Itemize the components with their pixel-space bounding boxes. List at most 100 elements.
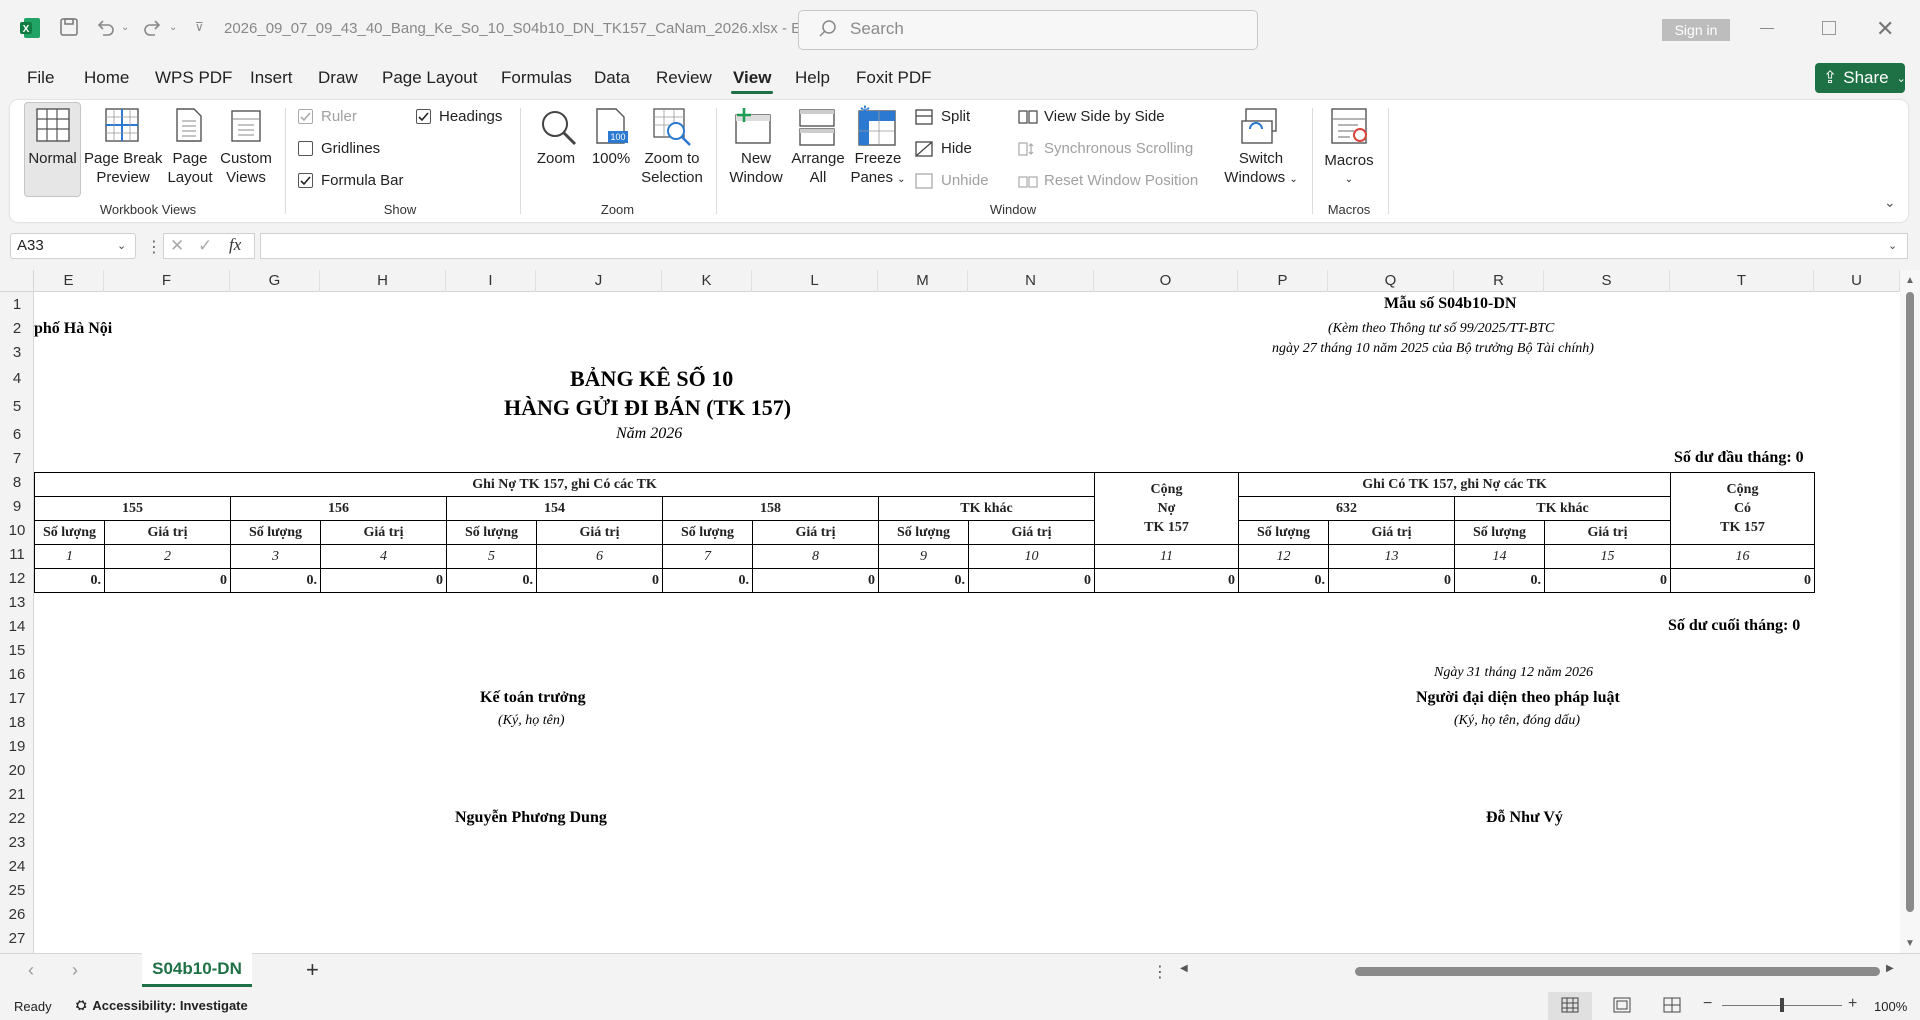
index-cell[interactable]: 11: [1094, 544, 1239, 569]
col-header[interactable]: N: [968, 270, 1094, 292]
formula-input[interactable]: [260, 233, 1908, 259]
value-header[interactable]: Giá trị: [752, 520, 879, 545]
qty-header[interactable]: Số lượng: [446, 520, 537, 545]
col-header[interactable]: F: [104, 270, 230, 292]
name-box-dropdown-icon[interactable]: ⌄: [117, 239, 126, 252]
col-header[interactable]: G: [230, 270, 320, 292]
data-cell[interactable]: 0.: [878, 568, 969, 593]
save-icon[interactable]: [58, 16, 80, 38]
row-header[interactable]: 6: [0, 426, 34, 443]
switch-windows-button[interactable]: Switch Windows ⌄: [1220, 149, 1302, 189]
row-header[interactable]: 9: [0, 498, 34, 515]
zoom-level[interactable]: 100%: [1874, 999, 1907, 1014]
value-header[interactable]: Giá trị: [104, 520, 231, 545]
col-header[interactable]: Q: [1328, 270, 1454, 292]
data-cell[interactable]: 0: [1544, 568, 1671, 593]
index-cell[interactable]: 14: [1454, 544, 1545, 569]
insert-function-icon[interactable]: fx: [229, 235, 241, 255]
account-155[interactable]: 155: [34, 496, 231, 521]
gridlines-checkbox[interactable]: Gridlines: [298, 140, 380, 157]
page-layout-status-icon[interactable]: [1613, 997, 1631, 1013]
index-cell[interactable]: 6: [536, 544, 663, 569]
row-header[interactable]: 21: [0, 786, 34, 803]
account-156[interactable]: 156: [230, 496, 447, 521]
index-cell[interactable]: 12: [1238, 544, 1329, 569]
split-button[interactable]: Split: [915, 108, 970, 125]
next-sheet-icon[interactable]: ›: [72, 960, 78, 981]
row-header[interactable]: 8: [0, 474, 34, 491]
scroll-left-icon[interactable]: ◀: [1180, 963, 1188, 974]
index-cell[interactable]: 10: [968, 544, 1095, 569]
restore-icon[interactable]: [1822, 21, 1836, 35]
view-side-by-side-button[interactable]: View Side by Side: [1018, 108, 1165, 125]
index-cell[interactable]: 1: [34, 544, 105, 569]
row-header[interactable]: 18: [0, 714, 34, 731]
account-632[interactable]: 632: [1238, 496, 1455, 521]
account-154[interactable]: 154: [446, 496, 663, 521]
add-sheet-button[interactable]: +: [306, 957, 319, 983]
qty-header[interactable]: Số lượng: [1238, 520, 1329, 545]
credit-header[interactable]: Ghi Có TK 157, ghi Nợ các TK: [1238, 472, 1671, 497]
index-cell[interactable]: 15: [1544, 544, 1671, 569]
row-header[interactable]: 4: [0, 370, 34, 387]
qty-header[interactable]: Số lượng: [34, 520, 105, 545]
value-header[interactable]: Giá trị: [968, 520, 1095, 545]
account-other-debit[interactable]: TK khác: [878, 496, 1095, 521]
col-header[interactable]: S: [1544, 270, 1670, 292]
account-158[interactable]: 158: [662, 496, 879, 521]
data-cell[interactable]: 0.: [230, 568, 321, 593]
value-header[interactable]: Giá trị: [1328, 520, 1455, 545]
index-cell[interactable]: 7: [662, 544, 753, 569]
zoom-button[interactable]: Zoom: [530, 149, 582, 168]
data-cell[interactable]: 0.: [1238, 568, 1329, 593]
menu-formulas[interactable]: Formulas: [501, 68, 572, 88]
value-header[interactable]: Giá trị: [536, 520, 663, 545]
col-header[interactable]: O: [1094, 270, 1238, 292]
custom-views-button[interactable]: Custom Views: [216, 149, 276, 187]
col-header[interactable]: R: [1454, 270, 1544, 292]
data-cell[interactable]: 0: [104, 568, 231, 593]
data-cell[interactable]: 0: [968, 568, 1095, 593]
qty-header[interactable]: Số lượng: [662, 520, 753, 545]
col-header[interactable]: I: [446, 270, 536, 292]
share-button[interactable]: ⇪ Share ⌄: [1815, 63, 1906, 93]
formula-bar-checkbox[interactable]: Formula Bar: [298, 172, 404, 189]
menu-review[interactable]: Review: [656, 68, 712, 88]
menu-foxit-pdf[interactable]: Foxit PDF: [856, 68, 932, 88]
col-header[interactable]: L: [752, 270, 878, 292]
index-cell[interactable]: 16: [1670, 544, 1815, 569]
data-cell[interactable]: 0: [1328, 568, 1455, 593]
row-header[interactable]: 26: [0, 906, 34, 923]
row-header[interactable]: 3: [0, 344, 34, 361]
worksheet[interactable]: [0, 270, 1920, 953]
scroll-up-icon[interactable]: ▲: [1905, 275, 1915, 286]
index-cell[interactable]: 13: [1328, 544, 1455, 569]
page-break-preview-button[interactable]: Page Break Preview: [84, 149, 162, 187]
row-header[interactable]: 27: [0, 930, 34, 947]
col-header[interactable]: U: [1814, 270, 1900, 292]
new-window-button[interactable]: New Window: [724, 149, 788, 187]
menu-page-layout[interactable]: Page Layout: [382, 68, 477, 88]
value-header[interactable]: Giá trị: [1544, 520, 1671, 545]
customize-qat-icon[interactable]: ⊽: [195, 20, 204, 34]
row-header[interactable]: 19: [0, 738, 34, 755]
arrange-all-button[interactable]: Arrange All: [788, 149, 848, 187]
row-header[interactable]: 14: [0, 618, 34, 635]
ruler-checkbox[interactable]: Ruler: [298, 108, 357, 125]
index-cell[interactable]: 2: [104, 544, 231, 569]
zoom-slider-thumb[interactable]: [1780, 998, 1784, 1012]
data-cell[interactable]: 0.: [34, 568, 105, 593]
col-header[interactable]: J: [536, 270, 662, 292]
data-cell[interactable]: 0: [752, 568, 879, 593]
qty-header[interactable]: Số lượng: [878, 520, 969, 545]
col-header[interactable]: T: [1670, 270, 1814, 292]
index-cell[interactable]: 5: [446, 544, 537, 569]
synchronous-scrolling-button[interactable]: Synchronous Scrolling: [1018, 140, 1193, 157]
row-header[interactable]: 1: [0, 296, 34, 313]
row-header[interactable]: 24: [0, 858, 34, 875]
row-header[interactable]: 5: [0, 398, 34, 415]
data-cell[interactable]: 0.: [1454, 568, 1545, 593]
tab-options-icon[interactable]: ⋮: [1152, 962, 1168, 982]
row-header[interactable]: 23: [0, 834, 34, 851]
col-header[interactable]: E: [34, 270, 104, 292]
